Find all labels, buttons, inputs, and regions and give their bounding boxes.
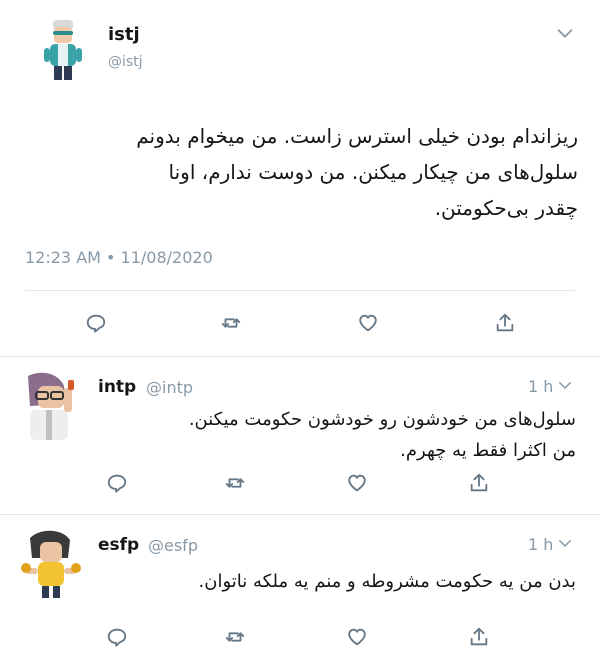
tweet-timestamp[interactable]: 12:23 AM • 11/08/2020 [25,248,213,267]
like-icon[interactable] [355,310,381,336]
divider [0,356,600,357]
reply-text: سلول‌های من خودشون رو خودشون حکومت میکنن… [98,404,576,466]
retweet-icon[interactable] [218,310,244,336]
tweet-author-handle[interactable]: @istj [108,54,143,70]
chevron-down-icon[interactable] [554,374,576,396]
tweet-text-line: چقدر بی‌حکومتن. [434,196,578,220]
share-icon[interactable] [466,624,492,650]
esfp-avatar-illustration [21,530,81,598]
share-icon[interactable] [466,470,492,496]
reply-icon[interactable] [104,624,130,650]
reply-author-name[interactable]: esfp [98,535,139,555]
istj-avatar[interactable] [38,18,88,84]
reply-author-handle[interactable]: @esfp [148,536,198,555]
intp-avatar-illustration [28,372,74,440]
retweet-icon[interactable] [222,470,248,496]
chevron-down-icon[interactable] [554,532,576,554]
intp-avatar[interactable] [20,372,82,444]
share-icon[interactable] [492,310,518,336]
reply-text-line: من اکثرا فقط یه چهرم. [400,440,576,461]
retweet-icon[interactable] [222,624,248,650]
reply-text-line: بدن من یه حکومت مشروطه و منم یه ملکه نات… [198,571,577,592]
tweet-author-name[interactable]: istj [108,24,140,45]
like-icon[interactable] [344,470,370,496]
reply-time[interactable]: 1 h [528,377,553,396]
reply-author-name[interactable]: intp [98,377,136,397]
reply-text: بدن من یه حکومت مشروطه و منم یه ملکه نات… [98,566,577,597]
divider [0,514,600,515]
tweet-text-line: ریزاندام بودن خیلی استرس زاست. من میخوام… [136,124,578,148]
esfp-avatar[interactable] [20,528,82,600]
divider [25,290,575,291]
reply-text-line: سلول‌های من خودشون رو خودشون حکومت میکنن… [188,409,576,430]
tweet-text-line: سلول‌های من چیکار میکنن. من دوست ندارم، … [168,160,578,184]
like-icon[interactable] [344,624,370,650]
reply-icon[interactable] [83,310,109,336]
reply-author-handle[interactable]: @intp [146,378,193,397]
reply-time[interactable]: 1 h [528,535,553,554]
reply-icon[interactable] [104,470,130,496]
tweet-text: ریزاندام بودن خیلی استرس زاست. من میخوام… [25,118,578,226]
istj-avatar-illustration [44,20,82,80]
chevron-down-icon[interactable] [552,20,578,46]
